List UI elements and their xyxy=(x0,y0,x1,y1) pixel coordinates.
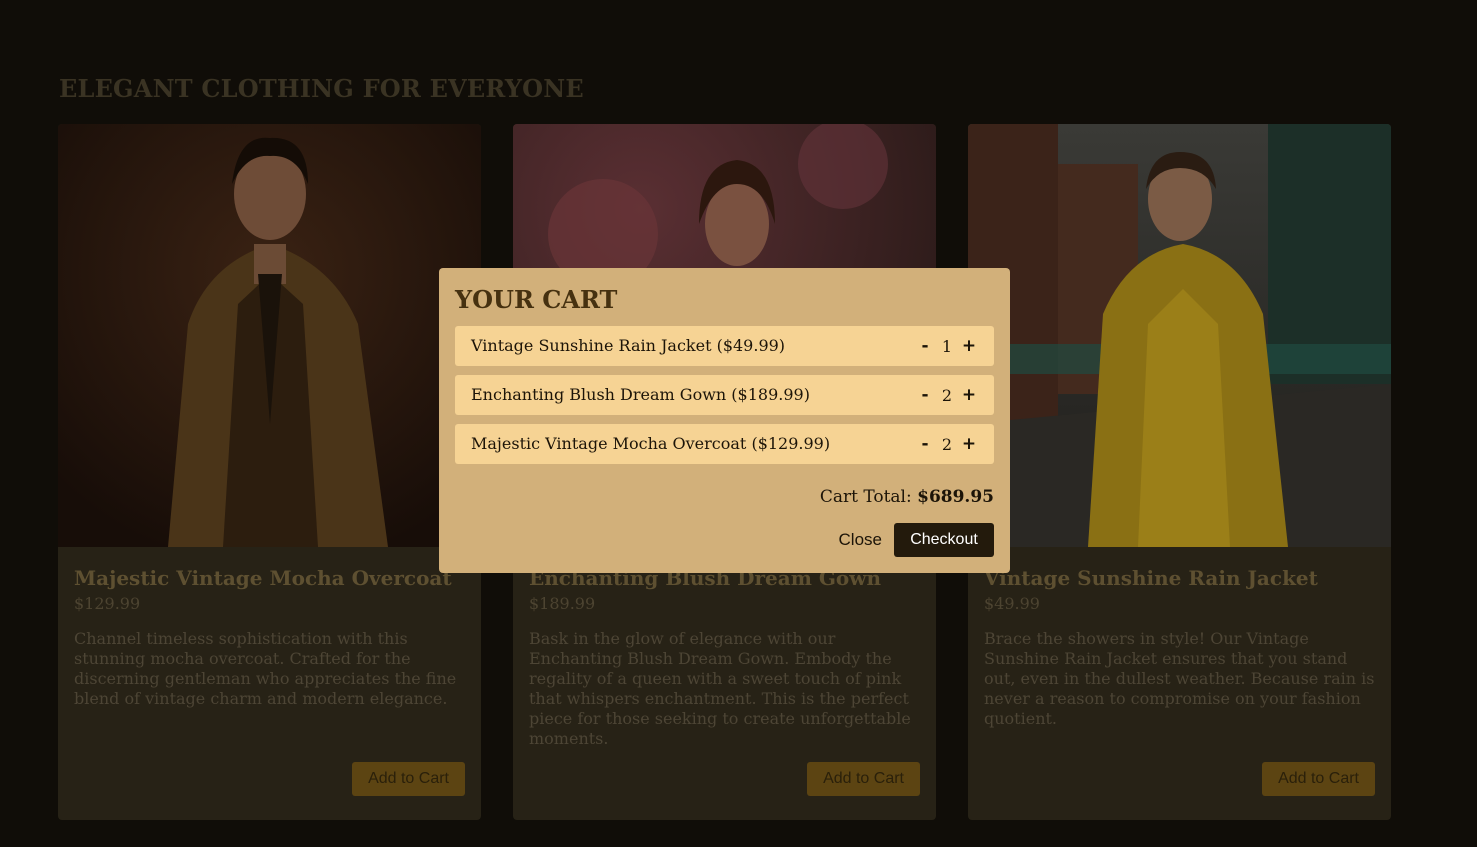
decrease-quantity-button[interactable]: - xyxy=(914,334,936,358)
quantity-stepper: - 1 + xyxy=(914,334,980,358)
close-button[interactable]: Close xyxy=(839,525,882,555)
decrease-quantity-button[interactable]: - xyxy=(914,383,936,407)
cart-total-label: Cart Total: xyxy=(819,487,912,507)
quantity-value: 2 xyxy=(941,385,953,405)
cart-item: Enchanting Blush Dream Gown ($189.99) - … xyxy=(455,375,994,415)
modal-overlay[interactable]: YOUR CART Vintage Sunshine Rain Jacket (… xyxy=(0,0,1477,847)
cart-item-label: Enchanting Blush Dream Gown ($189.99) xyxy=(471,385,810,404)
quantity-value: 2 xyxy=(941,434,953,454)
store-page: ELEGANT CLOTHING FOR EVERYONE Majestic V… xyxy=(0,0,1477,847)
cart-item-label: Vintage Sunshine Rain Jacket ($49.99) xyxy=(471,336,786,355)
cart-total: Cart Total: $689.95 xyxy=(820,487,994,507)
cart-title: YOUR CART xyxy=(455,285,618,314)
increase-quantity-button[interactable]: + xyxy=(958,383,980,407)
increase-quantity-button[interactable]: + xyxy=(958,432,980,456)
cart-total-value: $689.95 xyxy=(917,487,994,507)
cart-modal: YOUR CART Vintage Sunshine Rain Jacket (… xyxy=(439,268,1010,573)
quantity-value: 1 xyxy=(941,336,953,356)
cart-item: Vintage Sunshine Rain Jacket ($49.99) - … xyxy=(455,326,994,366)
cart-list: Vintage Sunshine Rain Jacket ($49.99) - … xyxy=(455,326,994,464)
quantity-stepper: - 2 + xyxy=(914,432,980,456)
decrease-quantity-button[interactable]: - xyxy=(914,432,936,456)
increase-quantity-button[interactable]: + xyxy=(958,334,980,358)
cart-item: Majestic Vintage Mocha Overcoat ($129.99… xyxy=(455,424,994,464)
quantity-stepper: - 2 + xyxy=(914,383,980,407)
checkout-button[interactable]: Checkout xyxy=(894,523,994,557)
cart-item-label: Majestic Vintage Mocha Overcoat ($129.99… xyxy=(471,434,831,453)
